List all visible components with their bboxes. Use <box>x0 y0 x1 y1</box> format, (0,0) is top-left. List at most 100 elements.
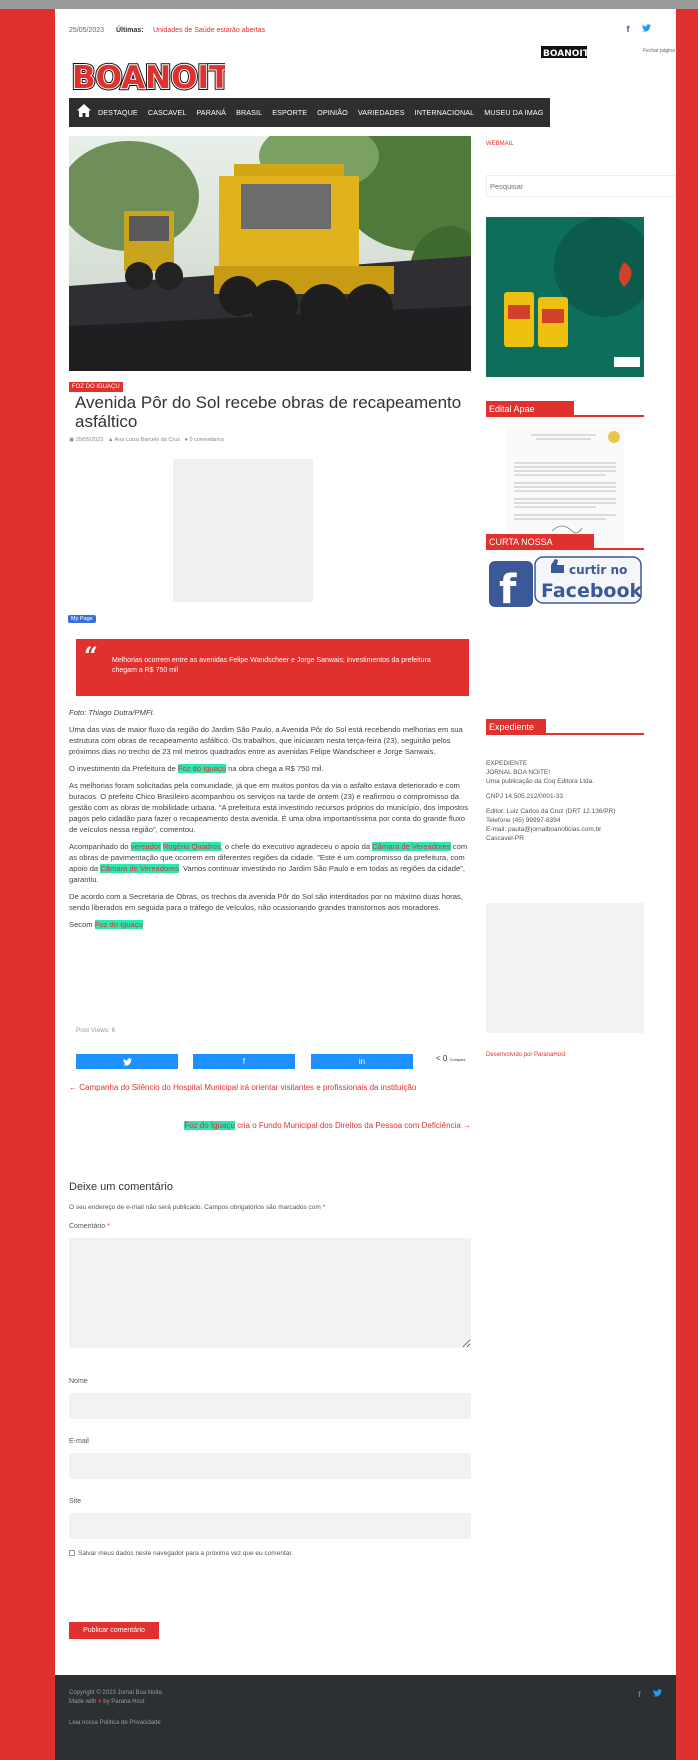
tag-link-rogerio[interactable]: Rogério Quadros <box>162 842 221 851</box>
fanpage-title-line <box>486 548 644 550</box>
share-count: < 0 Compart. <box>436 1054 467 1063</box>
main-nav: DESTAQUE CASCAVEL PARANÁ BRASIL ESPORTE … <box>69 98 550 127</box>
article-comments-count[interactable]: 0 comentários <box>189 437 224 443</box>
nav-item-variedades[interactable]: VARIEDADES <box>358 108 405 117</box>
close-page-text[interactable]: Fechar página <box>643 48 675 54</box>
home-icon[interactable] <box>76 104 92 120</box>
tag-link-vereador[interactable]: vereador <box>130 842 161 851</box>
sidebar-ad-banner[interactable] <box>486 217 644 377</box>
top-bar: 25/05/2023 Últimas: Unidades de Saúde es… <box>69 24 659 40</box>
share-icon: < <box>436 1054 443 1063</box>
top-gray-bar <box>0 0 698 9</box>
tag-link-foz[interactable]: Foz do Iguaçu <box>177 764 227 773</box>
facebook-brand-text: Facebook <box>541 580 642 602</box>
latest-news-link[interactable]: Unidades de Saúde estarão abertas <box>153 27 265 34</box>
comment-label: Comentário * <box>69 1223 110 1230</box>
tag-link-camara[interactable]: Câmara de Vereadores <box>372 842 451 851</box>
facebook-like-text: curtir no <box>569 563 627 577</box>
expediente-title-line <box>486 733 644 735</box>
site-logo[interactable]: BOANOITE! BOANOITE! BOANOITE! <box>69 55 267 98</box>
calendar-icon: ▣ <box>69 437 76 443</box>
share-facebook-button[interactable]: f <box>193 1054 295 1069</box>
tag-link-camara-2[interactable]: Câmara de Vereadores <box>100 864 179 873</box>
expediente-text: EXPEDIENTE JORNAL BOA NOITE! Uma publicaçã… <box>486 760 616 842</box>
linkedin-icon: in <box>358 1057 366 1066</box>
paragraph-1: Uma das vias de maior fluxo da região do… <box>69 725 463 756</box>
site-label: Site <box>69 1498 82 1505</box>
checkbox-icon[interactable] <box>69 1550 75 1557</box>
site-field[interactable] <box>69 1513 471 1539</box>
comment-textarea[interactable] <box>69 1238 471 1348</box>
article-date[interactable]: 25/05/2023 <box>76 437 104 443</box>
prev-post-link[interactable]: ← Campanha do Silêncio do Hospital Munic… <box>69 1081 474 1095</box>
twitter-icon[interactable] <box>642 24 651 34</box>
name-label: Nome <box>69 1378 88 1385</box>
share-linkedin-button[interactable]: in <box>311 1054 413 1069</box>
small-logo: BOANOITE! <box>541 45 599 59</box>
article-title: Avenida Pôr do Sol recebe obras de recap… <box>75 393 462 431</box>
share-bar: f in < 0 Compart. <box>76 1054 466 1074</box>
nav-item-opiniao[interactable]: OPINIÃO <box>317 108 348 117</box>
nav-item-brasil[interactable]: BRASIL <box>236 108 262 117</box>
svg-text:BOANOITE!: BOANOITE! <box>72 60 225 95</box>
my-page-button[interactable]: My Page <box>68 615 96 623</box>
email-field[interactable] <box>69 1453 471 1479</box>
facebook-like-badge[interactable]: f curtir no Facebook <box>489 555 643 613</box>
paragraph-4: Acompanhado do vereador Rogério Quadros,… <box>69 842 468 884</box>
svg-text:BOANOITE!: BOANOITE! <box>543 49 587 58</box>
next-post-link[interactable]: Foz do Iguaçu cria o Fundo Municipal dos… <box>69 1119 471 1133</box>
nav-item-internacional[interactable]: INTERNACIONAL <box>415 108 475 117</box>
paragraph-3: As melhorias foram solicitadas pela comu… <box>69 781 469 834</box>
page-container: 25/05/2023 Últimas: Unidades de Saúde es… <box>55 9 676 1760</box>
article-author[interactable]: Ana Luiza Barcelo da Cruz <box>115 437 180 443</box>
nav-item-museu[interactable]: MUSEU DA IMAG <box>484 108 543 117</box>
nav-item-destaque[interactable]: DESTAQUE <box>98 108 138 117</box>
edital-title-line <box>486 415 644 417</box>
footer-host-link[interactable]: by Parana Host <box>103 1699 144 1705</box>
article-body: Foto: Thiago Dutra/PMFI. Uma das vias de… <box>69 707 474 936</box>
nav-item-cascavel[interactable]: CASCAVEL <box>148 108 187 117</box>
quote-text: Melhorias ocorrem entre as avenidas Feli… <box>112 657 431 674</box>
quote-icon: “ <box>84 641 98 670</box>
nav-menu: DESTAQUE CASCAVEL PARANÁ BRASIL ESPORTE … <box>98 98 550 127</box>
post-views: Post Views: 6 <box>76 1027 116 1034</box>
comment-note: O seu endereço de e-mail não será public… <box>69 1204 326 1211</box>
category-badge[interactable]: FOZ DO IGUAÇU <box>69 382 123 392</box>
sidebar-ad-placeholder <box>486 903 644 1033</box>
comment-heading: Deixe um comentário <box>69 1181 173 1193</box>
user-icon: ▲ <box>104 437 115 443</box>
developed-by-link[interactable]: Desenvolvido por ParanaHost <box>486 1052 566 1058</box>
facebook-icon: f <box>242 1057 246 1066</box>
paragraph-2: O investimento da Prefeitura de Foz do I… <box>69 764 324 773</box>
latest-label: Últimas: <box>116 27 144 34</box>
email-label: E-mail <box>69 1438 89 1445</box>
article-meta: ▣ 25/05/2023 ▲ Ana Luiza Barcelo da Cruz… <box>69 437 224 443</box>
nav-item-esporte[interactable]: ESPORTE <box>272 108 307 117</box>
ad-placeholder <box>173 459 313 602</box>
footer-twitter-icon[interactable] <box>653 1689 662 1699</box>
webmail-link[interactable]: WEBMAIL <box>486 141 514 147</box>
heart-icon: ♥ <box>98 1699 102 1705</box>
search-input[interactable] <box>486 175 676 197</box>
article-hero-image <box>69 136 471 371</box>
top-social: f <box>626 24 651 34</box>
paragraph-5: De acordo com a Secretaria de Obras, os … <box>69 892 463 912</box>
paragraph-6: Secom Foz do Iguaçu <box>69 920 143 929</box>
svg-text:f: f <box>499 567 517 607</box>
top-date: 25/05/2023 <box>69 27 105 34</box>
save-data-checkbox[interactable]: Salvar meus dados neste navegador para a… <box>69 1550 293 1557</box>
footer-copyright: Copyright © 2023 Jornal Boa Noite. Made … <box>69 1690 164 1705</box>
photo-credit: Foto: Thiago Dutra/PMFI. <box>69 708 155 717</box>
facebook-icon[interactable]: f <box>626 24 629 34</box>
privacy-policy-link[interactable]: Leia nossa Política de Privacidade <box>69 1720 161 1726</box>
footer-social: f <box>638 1689 662 1699</box>
submit-comment-button[interactable]: Publicar comentário <box>69 1622 159 1639</box>
article-quote: “ Melhorias ocorrem entre as avenidas Fe… <box>76 639 469 696</box>
nav-item-parana[interactable]: PARANÁ <box>196 108 226 117</box>
next-tag-link[interactable]: Foz do Iguaçu <box>184 1121 235 1130</box>
share-twitter-button[interactable] <box>76 1054 178 1069</box>
footer-facebook-icon[interactable]: f <box>638 1690 641 1699</box>
name-field[interactable] <box>69 1393 471 1419</box>
tag-link-foz-2[interactable]: Foz do Iguaçu <box>94 920 143 929</box>
site-footer: Copyright © 2023 Jornal Boa Noite. Made … <box>55 1675 676 1760</box>
